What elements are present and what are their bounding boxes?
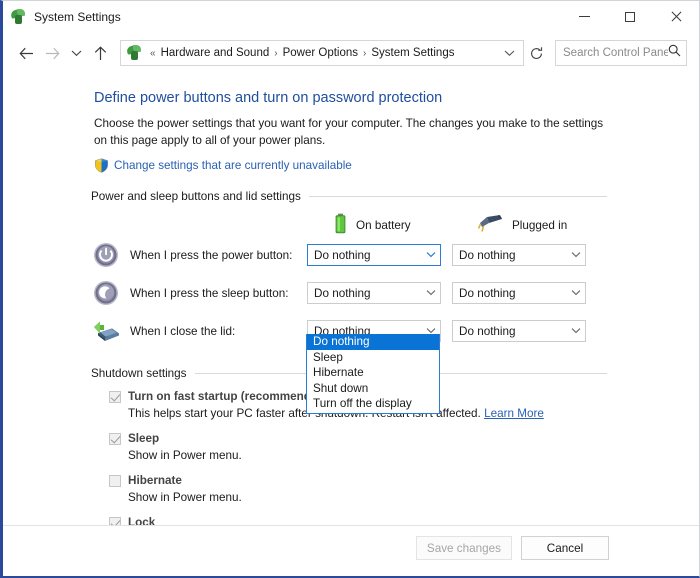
chevron-down-icon <box>422 250 436 261</box>
label-close-lid: When I close the lid: <box>130 324 236 338</box>
title-bar: System Settings <box>3 1 699 32</box>
dropdown-option-do-nothing[interactable]: Do nothing <box>307 334 439 350</box>
label-power-button: When I press the power button: <box>130 248 293 262</box>
forward-arrow-icon <box>45 47 60 59</box>
chevron-down-icon <box>71 50 81 57</box>
checkbox-row-hibernate[interactable]: Hibernate <box>3 473 699 488</box>
column-header-on-battery: On battery <box>333 213 478 237</box>
dropdown-option-hibernate[interactable]: Hibernate <box>307 365 439 381</box>
chevron-down-icon <box>422 288 436 299</box>
combo-close-lid-plugged[interactable]: Do nothing <box>452 320 586 342</box>
navigation-bar: « Hardware and Sound › Power Options › S… <box>3 32 699 74</box>
checkbox-hibernate[interactable] <box>109 475 121 487</box>
page-description: Choose the power settings that you want … <box>94 117 604 147</box>
chevron-down-icon <box>567 326 581 337</box>
uac-change-settings-link[interactable]: Change settings that are currently unava… <box>114 159 352 172</box>
cancel-button[interactable]: Cancel <box>521 536 609 560</box>
chevron-down-icon <box>567 250 581 261</box>
combo-value: Do nothing <box>459 248 516 262</box>
combo-power-button-battery[interactable]: Do nothing <box>307 244 441 266</box>
recent-locations-button[interactable] <box>65 40 87 66</box>
refresh-icon <box>530 46 542 59</box>
combo-sleep-button-battery[interactable]: Do nothing <box>307 282 441 304</box>
power-button-icon <box>91 240 121 270</box>
combo-sleep-button-plugged[interactable]: Do nothing <box>452 282 586 304</box>
shield-icon <box>94 158 109 173</box>
power-section-heading: Power and sleep buttons and lid settings <box>3 190 699 203</box>
minimize-button[interactable] <box>561 1 607 32</box>
combo-value: Do nothing <box>314 248 371 262</box>
breadcrumb-item-hardware-and-sound[interactable]: Hardware and Sound <box>159 47 272 59</box>
section-divider <box>308 196 607 197</box>
column-label-on-battery: On battery <box>356 218 411 232</box>
learn-more-link[interactable]: Learn More <box>484 407 544 420</box>
control-panel-icon <box>10 8 27 25</box>
close-button[interactable] <box>653 1 699 32</box>
breadcrumb-prefix: « <box>150 47 156 59</box>
dropdown-options-list[interactable]: Do nothing Sleep Hibernate Shut down Tur… <box>306 334 440 414</box>
label-sleep-button: When I press the sleep button: <box>130 286 289 300</box>
save-changes-button[interactable]: Save changes <box>415 536 512 560</box>
breadcrumb-item-power-options[interactable]: Power Options <box>281 47 360 59</box>
checkbox-label-fast-startup: Turn on fast startup (recommended) <box>128 390 329 403</box>
back-arrow-icon <box>18 47 33 59</box>
search-input[interactable] <box>563 47 668 59</box>
close-icon <box>671 11 682 22</box>
dropdown-option-shut-down[interactable]: Shut down <box>307 381 439 397</box>
laptop-lid-icon <box>91 316 121 346</box>
column-label-plugged-in: Plugged in <box>512 218 568 232</box>
chevron-down-icon <box>504 50 514 57</box>
maximize-button[interactable] <box>607 1 653 32</box>
window-title: System Settings <box>34 9 121 24</box>
up-arrow-icon <box>94 45 106 60</box>
breadcrumb-control-panel-icon <box>126 45 143 61</box>
checkbox-label-sleep: Sleep <box>128 432 160 445</box>
checkbox-sleep[interactable] <box>109 433 121 445</box>
content-area: Define power buttons and turn on passwor… <box>3 74 699 570</box>
combo-power-button-plugged[interactable]: Do nothing <box>452 244 586 266</box>
checkbox-fast-startup[interactable] <box>109 391 121 403</box>
power-plug-icon <box>477 214 504 236</box>
setting-row-sleep-button: When I press the sleep button: Do nothin… <box>3 274 699 312</box>
page-title: Define power buttons and turn on passwor… <box>94 90 443 106</box>
address-history-button[interactable] <box>497 41 521 65</box>
up-button[interactable] <box>87 40 113 66</box>
combo-value: Do nothing <box>459 286 516 300</box>
shutdown-section-label: Shutdown settings <box>91 367 187 380</box>
minimize-icon <box>578 16 590 17</box>
uac-settings-row[interactable]: Change settings that are currently unava… <box>3 158 699 173</box>
checkbox-label-hibernate: Hibernate <box>128 474 182 487</box>
combo-value: Do nothing <box>314 286 371 300</box>
checkbox-row-sleep[interactable]: Sleep <box>3 431 699 446</box>
sleep-button-icon <box>91 278 121 308</box>
column-headers: On battery Plugged in <box>3 213 699 237</box>
footer-bar: Save changes Cancel <box>3 526 699 570</box>
back-button[interactable] <box>13 40 39 66</box>
search-box[interactable] <box>555 40 687 66</box>
dropdown-option-sleep[interactable]: Sleep <box>307 350 439 366</box>
battery-icon <box>333 213 348 237</box>
power-section-label: Power and sleep buttons and lid settings <box>91 190 301 203</box>
refresh-button[interactable] <box>524 41 548 65</box>
description-sleep: Show in Power menu. <box>128 449 242 462</box>
search-icon <box>668 44 681 62</box>
chevron-down-icon <box>567 288 581 299</box>
setting-row-power-button: When I press the power button: Do nothin… <box>3 236 699 274</box>
breadcrumb-separator: › <box>274 47 278 59</box>
description-hibernate: Show in Power menu. <box>128 491 242 504</box>
column-header-plugged-in: Plugged in <box>477 214 568 236</box>
dropdown-option-turn-off-the-display[interactable]: Turn off the display <box>307 396 439 412</box>
system-settings-window: System Settings « Hardware and Sound › P… <box>0 0 700 578</box>
breadcrumb-item-system-settings[interactable]: System Settings <box>369 47 456 59</box>
address-bar[interactable]: « Hardware and Sound › Power Options › S… <box>120 40 524 66</box>
forward-button[interactable] <box>39 40 65 66</box>
maximize-icon <box>625 11 635 22</box>
breadcrumb-separator: › <box>363 47 367 59</box>
combo-value: Do nothing <box>459 324 516 338</box>
window-controls <box>561 1 699 32</box>
